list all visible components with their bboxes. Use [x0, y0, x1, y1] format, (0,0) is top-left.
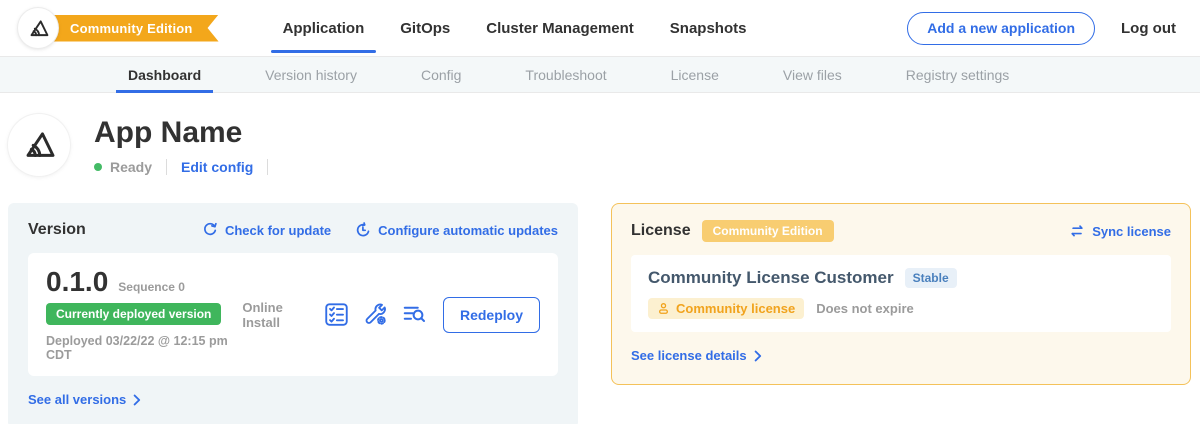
status-dot: [94, 163, 102, 171]
subnav-label: Dashboard: [128, 67, 201, 83]
check-for-update-link[interactable]: Check for update: [202, 222, 331, 238]
link-label: Sync license: [1092, 224, 1171, 239]
version-details: 0.1.0 Sequence 0 Currently deployed vers…: [46, 267, 242, 362]
app-avatar: [8, 114, 70, 176]
version-card-footer: See all versions: [28, 391, 558, 409]
sync-license-link[interactable]: Sync license: [1069, 223, 1171, 239]
subnav-version-history[interactable]: Version history: [253, 57, 369, 92]
subnav-label: License: [671, 67, 719, 83]
app-header: App Name Ready Edit config: [8, 114, 1200, 176]
redeploy-button[interactable]: Redeploy: [443, 297, 540, 333]
app-logo-icon: [21, 127, 57, 163]
deployed-timestamp: Deployed 03/22/22 @ 12:15 pm CDT: [46, 334, 242, 362]
current-version-panel: 0.1.0 Sequence 0 Currently deployed vers…: [28, 253, 558, 376]
license-details-panel: Community License Customer Stable Commun…: [631, 255, 1171, 332]
version-number: 0.1.0: [46, 267, 108, 296]
version-card-header: Version Check for update Configure au: [28, 221, 558, 239]
subnav-label: View files: [783, 67, 842, 83]
subnav-label: Troubleshoot: [525, 67, 606, 83]
refresh-icon: [202, 222, 218, 238]
version-card-actions: Check for update Configure automatic upd…: [202, 222, 558, 238]
app-status-row: Ready Edit config: [94, 159, 282, 175]
subnav-label: Version history: [265, 67, 357, 83]
channel-badge: Stable: [905, 268, 957, 288]
subnav-registry-settings[interactable]: Registry settings: [894, 57, 1021, 92]
dashboard-cards: Version Check for update Configure au: [8, 203, 1192, 424]
sequence-label: Sequence 0: [118, 280, 185, 294]
page-title: App Name: [94, 116, 282, 150]
primary-tabs: Application GitOps Cluster Management Sn…: [265, 0, 765, 56]
logout-link[interactable]: Log out: [1121, 20, 1176, 37]
add-new-application-button[interactable]: Add a new application: [907, 12, 1095, 45]
tab-application[interactable]: Application: [269, 0, 379, 56]
preflight-checklist-icon[interactable]: [324, 301, 349, 328]
see-license-details-link[interactable]: See license details: [631, 348, 762, 363]
status-badge: Ready: [110, 159, 152, 175]
top-navbar: Community Edition Application GitOps Clu…: [0, 0, 1200, 56]
community-edition-badge: Community Edition: [702, 220, 834, 242]
edit-config-link[interactable]: Edit config: [181, 159, 253, 175]
ribbon-label: Community Edition: [70, 21, 193, 36]
tab-label: Application: [283, 20, 365, 37]
person-icon: [657, 302, 670, 315]
chevron-right-icon: [754, 350, 762, 362]
badge-label: Community license: [676, 301, 795, 316]
customer-row: Community License Customer Stable: [648, 268, 1154, 288]
replicated-logo-icon: [27, 17, 50, 40]
license-type-row: Community license Does not expire: [648, 298, 1154, 319]
sync-arrows-icon: [1069, 223, 1085, 239]
install-type-label: Online Install: [242, 300, 308, 330]
replicated-logo[interactable]: [18, 8, 58, 48]
chevron-right-icon: [133, 394, 141, 406]
link-label: Check for update: [225, 223, 331, 238]
license-card-header: License Community Edition Sync license: [631, 220, 1171, 242]
tab-snapshots[interactable]: Snapshots: [656, 0, 761, 56]
tab-label: Cluster Management: [486, 20, 634, 37]
license-type-badge: Community license: [648, 298, 804, 319]
see-all-versions-link[interactable]: See all versions: [28, 392, 141, 407]
community-edition-ribbon: Community Edition: [38, 15, 219, 42]
app-subnav: Dashboard Version history Config Trouble…: [0, 56, 1200, 93]
license-card: License Community Edition Sync license C…: [611, 203, 1191, 385]
tab-cluster-management[interactable]: Cluster Management: [472, 0, 648, 56]
wrench-gear-glyph: [363, 302, 388, 327]
license-card-footer: See license details: [631, 347, 1171, 365]
divider: [166, 159, 167, 175]
link-label: See license details: [631, 348, 747, 363]
config-wrench-icon[interactable]: [363, 301, 388, 328]
configure-automatic-updates-link[interactable]: Configure automatic updates: [355, 222, 558, 238]
brand: Community Edition: [18, 6, 219, 50]
subnav-label: Registry settings: [906, 67, 1009, 83]
scheduled-update-icon: [355, 222, 371, 238]
tab-label: GitOps: [400, 20, 450, 37]
customer-name: Community License Customer: [648, 268, 894, 288]
link-label: See all versions: [28, 392, 126, 407]
subnav-license[interactable]: License: [659, 57, 731, 92]
subnav-config[interactable]: Config: [409, 57, 473, 92]
logs-magnifier-glyph: [402, 302, 427, 327]
version-actions: Online Install: [242, 297, 540, 333]
tab-gitops[interactable]: GitOps: [386, 0, 464, 56]
expiration-text: Does not expire: [816, 301, 914, 316]
currently-deployed-badge: Currently deployed version: [46, 303, 221, 325]
divider: [267, 159, 268, 175]
app-info: App Name Ready Edit config: [94, 114, 282, 176]
deploy-logs-icon[interactable]: [402, 301, 427, 328]
subnav-troubleshoot[interactable]: Troubleshoot: [513, 57, 618, 92]
license-card-actions: Sync license: [1069, 223, 1171, 239]
link-label: Configure automatic updates: [378, 223, 558, 238]
checklist-glyph: [324, 302, 349, 327]
license-card-title: License: [631, 222, 691, 240]
subnav-view-files[interactable]: View files: [771, 57, 854, 92]
tab-label: Snapshots: [670, 20, 747, 37]
version-number-row: 0.1.0 Sequence 0: [46, 267, 242, 296]
subnav-label: Config: [421, 67, 461, 83]
version-card-title: Version: [28, 221, 86, 239]
version-card: Version Check for update Configure au: [8, 203, 578, 424]
subnav-dashboard[interactable]: Dashboard: [116, 57, 213, 92]
